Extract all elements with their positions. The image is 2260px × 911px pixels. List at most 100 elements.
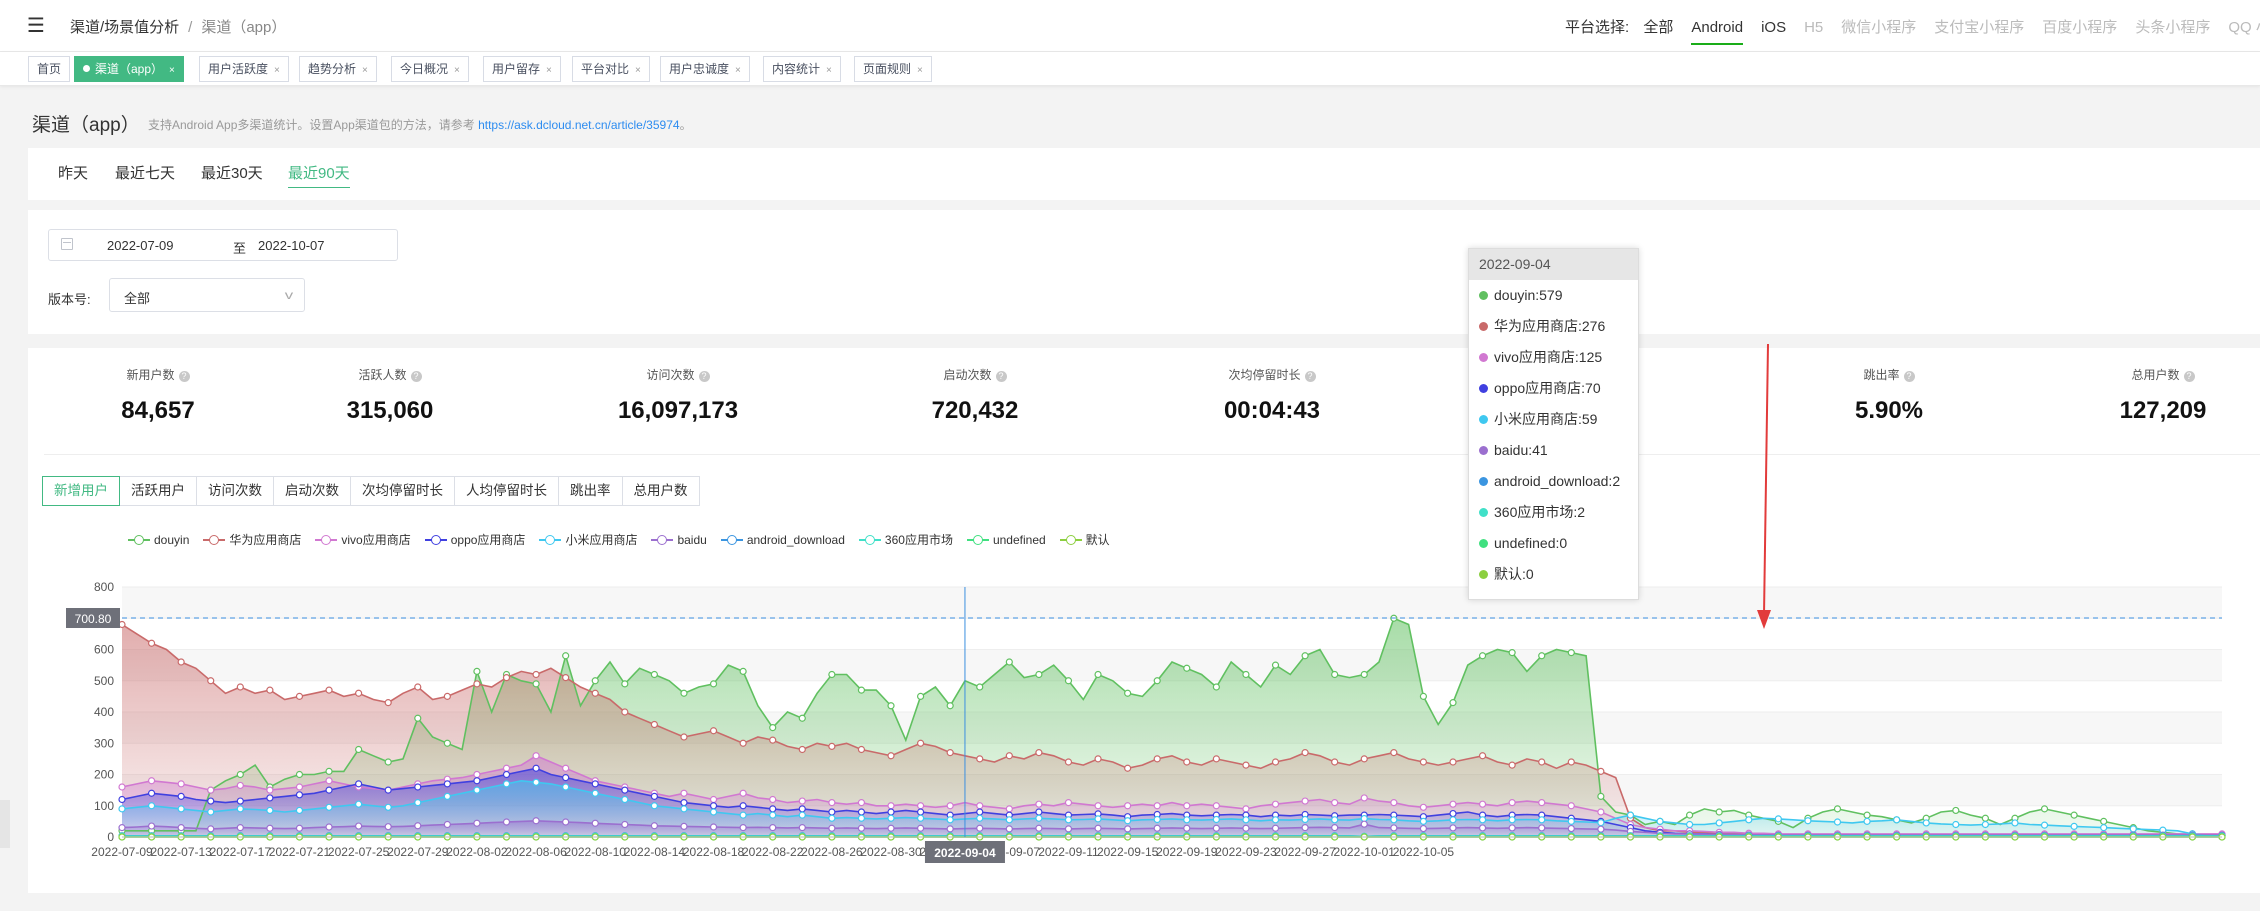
data-point [1212, 802, 1220, 810]
data-point [1863, 817, 1871, 825]
data-point [1360, 755, 1368, 763]
data-point [798, 745, 806, 754]
data-point [739, 824, 747, 832]
y-tick-label: 500 [94, 674, 114, 688]
data-point [709, 802, 718, 810]
data-point [1597, 808, 1605, 816]
data-point [916, 824, 925, 832]
data-point [207, 677, 215, 685]
data-point [266, 686, 274, 694]
tooltip-dot [1479, 508, 1488, 517]
data-point [946, 802, 954, 810]
data-point [1419, 692, 1428, 700]
data-point [946, 749, 954, 757]
data-point [769, 724, 777, 732]
data-point [946, 825, 954, 833]
data-point [473, 786, 481, 794]
data-point [650, 822, 658, 830]
data-point [1419, 758, 1428, 766]
data-point [1833, 818, 1842, 826]
data-point [1035, 824, 1043, 832]
data-point [1064, 799, 1073, 807]
markline-label: 700.80 [75, 612, 112, 626]
data-point [384, 699, 392, 707]
data-point [384, 758, 392, 766]
data-point [177, 824, 185, 832]
data-point [1094, 755, 1102, 763]
data-point [562, 774, 570, 782]
data-point [1301, 749, 1309, 757]
tooltip-row-text: vivo应用商店:125 [1494, 349, 1603, 365]
data-point [1419, 817, 1428, 825]
data-point [473, 819, 481, 827]
data-point [828, 814, 836, 822]
data-point [1567, 649, 1575, 657]
data-point [887, 702, 895, 710]
tooltip-row-text: undefined:0 [1494, 535, 1568, 551]
data-point [1331, 758, 1339, 766]
metric-tab[interactable]: 新增用户 [42, 476, 120, 506]
data-point [443, 780, 451, 788]
data-point [769, 805, 777, 813]
data-point [1005, 825, 1013, 833]
data-point [2011, 819, 2019, 827]
tooltip-dot [1479, 415, 1488, 424]
x-tick-label: 2022-10-05 [1393, 845, 1455, 859]
data-point [916, 814, 925, 822]
data-point [236, 824, 244, 832]
data-point [769, 824, 777, 832]
data-point [177, 792, 185, 800]
data-point [147, 802, 156, 810]
data-point [1094, 670, 1102, 679]
data-point [1301, 797, 1309, 805]
data-point [1153, 824, 1161, 832]
data-point [1183, 816, 1191, 824]
data-point [1360, 820, 1368, 828]
data-point [1124, 817, 1132, 825]
x-tick-label: 2022-09-11 [1038, 845, 1099, 859]
data-point [591, 789, 599, 797]
data-point [798, 824, 806, 832]
data-point [1183, 802, 1191, 810]
data-point [1538, 816, 1546, 824]
data-point [295, 770, 304, 779]
data-point [709, 808, 718, 816]
data-point [295, 824, 304, 832]
data-point [502, 674, 511, 682]
y-tick-label: 800 [94, 580, 114, 594]
data-point [798, 805, 806, 813]
tooltip-dot [1479, 539, 1488, 548]
data-point [769, 811, 777, 819]
data-point [532, 817, 540, 825]
data-point [207, 825, 215, 833]
data-point [1064, 816, 1073, 824]
data-point [1863, 811, 1871, 819]
data-point [1035, 800, 1043, 808]
data-point [325, 686, 333, 694]
data-point [1035, 670, 1043, 679]
data-point [946, 816, 954, 824]
data-point [325, 777, 333, 785]
data-point [1508, 816, 1516, 824]
data-point [2040, 821, 2049, 829]
data-point [887, 808, 895, 816]
data-point [562, 652, 570, 660]
x-tick-label: 2022-08-30 [860, 845, 922, 859]
y-tick-label: 400 [94, 705, 114, 719]
tooltip-date: 2022-09-04 [1469, 249, 1638, 280]
data-point [1686, 811, 1694, 819]
data-point [709, 727, 718, 735]
data-point [236, 781, 244, 790]
data-point [621, 708, 629, 716]
data-point [177, 805, 185, 813]
data-point [1833, 805, 1842, 813]
data-point [887, 814, 895, 822]
data-point [295, 791, 304, 799]
data-point [828, 808, 836, 816]
data-point [1153, 755, 1161, 763]
tooltip-row: android_download:2 [1469, 466, 1638, 497]
data-point [1212, 824, 1220, 832]
data-point [739, 789, 747, 797]
data-point [147, 639, 156, 647]
data-point [1774, 815, 1782, 823]
